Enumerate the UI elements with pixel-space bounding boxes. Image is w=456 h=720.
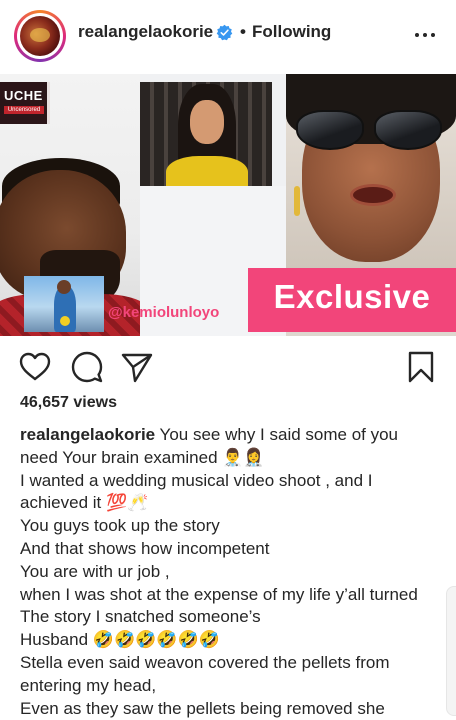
caption-line: You are with ur job ,	[20, 561, 170, 581]
bookmark-icon[interactable]	[404, 350, 438, 384]
following-button[interactable]: Following	[252, 22, 331, 42]
caption-line: when I was shot at the expense of my lif…	[20, 584, 418, 604]
handle-label: @kemiolunloyo	[108, 304, 220, 321]
woman-mouth	[350, 184, 396, 206]
inset-photo-face	[190, 100, 224, 144]
action-bar	[0, 346, 456, 390]
caption-username[interactable]: realangelaokorie	[20, 425, 155, 444]
caption-line: I wanted a wedding musical video shoot ,…	[20, 470, 373, 490]
post-header: realangelaokorie • Following	[0, 0, 456, 70]
show-logo-title: UCHE	[4, 88, 43, 103]
small-inset-photo	[24, 276, 104, 332]
verified-badge-icon	[216, 24, 233, 41]
avatar-image	[20, 16, 60, 56]
inset-photo	[140, 82, 272, 186]
exclusive-banner-text: Exclusive	[273, 278, 431, 315]
caption-line: achieved it 💯🥂	[20, 493, 149, 513]
inset-photo-top	[166, 156, 248, 186]
small-photo-head	[57, 280, 71, 294]
exclusive-banner: Exclusive	[248, 268, 456, 332]
earring	[294, 186, 300, 216]
caption-line: You guys took up the story	[20, 516, 220, 536]
post-username[interactable]: realangelaokorie	[78, 22, 213, 42]
caption-text: You see why I said some of you	[155, 425, 398, 444]
view-count[interactable]: 46,657 views	[20, 394, 117, 412]
caption-line: need Your brain examined 👨‍⚕️👩‍⚕️	[20, 447, 265, 467]
caption-line: The story I snatched someone’s	[20, 607, 261, 627]
caption-line: And that shows how incompetent	[20, 538, 270, 558]
post-media[interactable]: UCHE Uncensored @kemiolunloyo Exclusive	[0, 74, 456, 336]
caption-line: entering my head,	[20, 675, 157, 695]
share-icon[interactable]	[120, 350, 154, 384]
avatar-inner	[17, 13, 63, 59]
caption-line: Even as they saw the pellets being remov…	[20, 698, 385, 718]
header-separator: •	[240, 22, 246, 41]
sunglasses	[296, 110, 446, 152]
show-logo-subtitle: Uncensored	[4, 106, 44, 114]
post-caption: realangelaokorie You see why I said some…	[20, 424, 444, 720]
small-photo-accent	[60, 316, 70, 326]
caption-line: realangelaokorie You see why I said some…	[20, 424, 444, 447]
show-logo: UCHE Uncensored	[0, 82, 50, 124]
comment-icon[interactable]	[70, 350, 104, 384]
heart-icon[interactable]	[18, 350, 52, 384]
scroll-edge	[446, 586, 456, 716]
avatar[interactable]	[14, 10, 66, 62]
caption-line: Husband 🤣🤣🤣🤣🤣🤣	[20, 630, 220, 650]
more-options-icon[interactable]	[412, 20, 438, 46]
caption-line: Stella even said weavon covered the pell…	[20, 652, 390, 672]
